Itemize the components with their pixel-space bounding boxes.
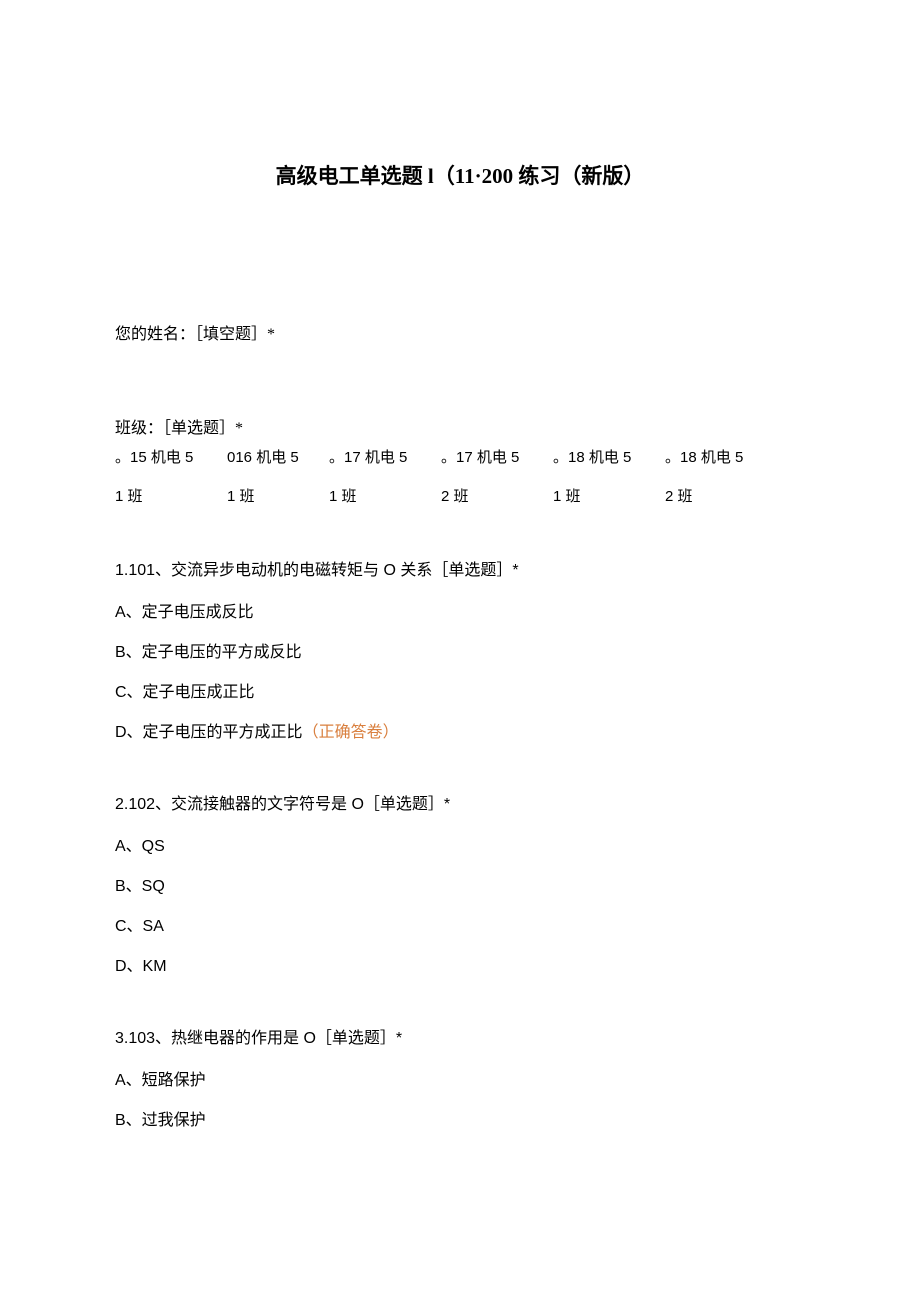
class-field-label: 班级：［单选题］* — [115, 414, 805, 438]
question-option[interactable]: B、过我保护 — [115, 1106, 805, 1130]
page-title: 高级电工单选题 l（11·200 练习（新版） — [115, 160, 805, 190]
question-option[interactable]: B、SQ — [115, 872, 805, 896]
question-option[interactable]: D、KM — [115, 952, 805, 976]
class-option[interactable]: 。17 机电 5 — [441, 446, 553, 467]
class-option[interactable]: 。18 机电 5 — [665, 446, 777, 467]
question-stem: 2.102、交流接触器的文字符号是 O［单选题］* — [115, 790, 805, 814]
question-option[interactable]: B、定子电压的平方成反比 — [115, 638, 805, 662]
question-option[interactable]: C、定子电压成正比 — [115, 678, 805, 702]
correct-answer-label: （正确答卷） — [303, 724, 399, 741]
document-page: 高级电工单选题 l（11·200 练习（新版） 您的姓名：［填空题］* 班级：［… — [0, 0, 920, 1130]
class-options-row1: 。15 机电 5 016 机电 5 。17 机电 5 。17 机电 5 。18 … — [115, 446, 805, 467]
class-option-sub: 1 班 — [553, 485, 665, 506]
question-option[interactable]: A、定子电压成反比 — [115, 598, 805, 622]
question-option[interactable]: D、定子电压的平方成正比（正确答卷） — [115, 718, 805, 742]
class-options-row2: 1 班 1 班 1 班 2 班 1 班 2 班 — [115, 485, 805, 506]
question-option[interactable]: A、短路保护 — [115, 1066, 805, 1090]
class-option[interactable]: 。17 机电 5 — [329, 446, 441, 467]
question-option[interactable]: A、QS — [115, 832, 805, 856]
question-block: 3.103、热继电器的作用是 O［单选题］* A、短路保护 B、过我保护 — [115, 1024, 805, 1130]
option-text: D、定子电压的平方成正比 — [115, 724, 303, 741]
class-option[interactable]: 016 机电 5 — [227, 446, 329, 467]
class-option-sub: 1 班 — [115, 485, 227, 506]
class-option[interactable]: 。15 机电 5 — [115, 446, 227, 467]
question-option[interactable]: C、SA — [115, 912, 805, 936]
question-block: 1.101、交流异步电动机的电磁转矩与 O 关系［单选题］* A、定子电压成反比… — [115, 556, 805, 742]
question-stem: 1.101、交流异步电动机的电磁转矩与 O 关系［单选题］* — [115, 556, 805, 580]
class-option-sub: 1 班 — [329, 485, 441, 506]
question-block: 2.102、交流接触器的文字符号是 O［单选题］* A、QS B、SQ C、SA… — [115, 790, 805, 976]
question-stem: 3.103、热继电器的作用是 O［单选题］* — [115, 1024, 805, 1048]
class-option-sub: 1 班 — [227, 485, 329, 506]
class-option[interactable]: 。18 机电 5 — [553, 446, 665, 467]
name-field-label: 您的姓名：［填空题］* — [115, 320, 805, 344]
class-option-sub: 2 班 — [441, 485, 553, 506]
class-option-sub: 2 班 — [665, 485, 777, 506]
